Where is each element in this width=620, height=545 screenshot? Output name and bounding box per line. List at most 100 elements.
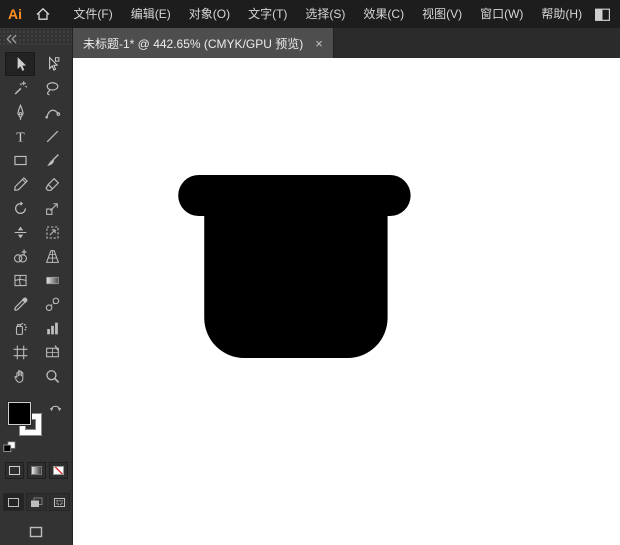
artwork-svg bbox=[73, 58, 620, 545]
main-area: T bbox=[0, 28, 620, 545]
paintbrush-icon bbox=[44, 152, 61, 169]
paint-style-buttons bbox=[5, 462, 68, 479]
menu-item-5[interactable]: 效果(C) bbox=[354, 0, 413, 28]
color-mode-icon bbox=[9, 466, 20, 475]
mesh-tool[interactable] bbox=[5, 268, 35, 292]
arrange-documents-button[interactable] bbox=[591, 0, 614, 28]
menu-item-0[interactable]: 文件(F) bbox=[64, 0, 121, 28]
menu-bar: Ai 文件(F)编辑(E)对象(O)文字(T)选择(S)效果(C)视图(V)窗口… bbox=[0, 0, 620, 28]
draw-behind-icon bbox=[30, 497, 43, 508]
rectangle-tool[interactable] bbox=[5, 148, 35, 172]
width-icon bbox=[12, 224, 29, 241]
rectangle-icon bbox=[12, 152, 29, 169]
paintbrush-tool[interactable] bbox=[37, 148, 67, 172]
gradient-tool[interactable] bbox=[37, 268, 67, 292]
gradient-mode-icon bbox=[31, 466, 42, 475]
column-graph-tool[interactable] bbox=[37, 316, 67, 340]
direct-selection-tool[interactable] bbox=[37, 52, 67, 76]
selection-tool[interactable] bbox=[5, 52, 35, 76]
tools-grid: T bbox=[5, 52, 67, 388]
scale-icon bbox=[44, 200, 61, 217]
magic-wand-tool[interactable] bbox=[5, 76, 35, 100]
draw-normal-icon bbox=[7, 497, 20, 508]
none-mode-icon bbox=[53, 466, 64, 475]
drawing-mode-buttons bbox=[3, 493, 70, 511]
arrange-documents-icon bbox=[594, 6, 611, 23]
shape-builder-tool[interactable] bbox=[5, 244, 35, 268]
curvature-tool[interactable] bbox=[37, 100, 67, 124]
rotate-icon bbox=[12, 200, 29, 217]
width-tool[interactable] bbox=[5, 220, 35, 244]
pen-icon bbox=[12, 104, 29, 121]
menu-item-2[interactable]: 对象(O) bbox=[180, 0, 239, 28]
gradient-icon bbox=[44, 272, 61, 289]
zoom-icon bbox=[44, 368, 61, 385]
eyedropper-icon bbox=[12, 296, 29, 313]
document-tab[interactable]: 未标题-1* @ 442.65% (CMYK/GPU 预览) × bbox=[73, 28, 334, 58]
fill-stroke-widget bbox=[6, 400, 66, 446]
perspective-grid-tool[interactable] bbox=[37, 244, 67, 268]
eraser-icon bbox=[44, 176, 61, 193]
none-mode-button[interactable] bbox=[49, 462, 68, 479]
eraser-tool[interactable] bbox=[37, 172, 67, 196]
shape-builder-icon bbox=[12, 248, 29, 265]
menu-item-3[interactable]: 文字(T) bbox=[239, 0, 296, 28]
document-tab-title: 未标题-1* @ 442.65% (CMYK/GPU 预览) bbox=[83, 35, 303, 52]
menu-item-6[interactable]: 视图(V) bbox=[413, 0, 471, 28]
type-icon: T bbox=[12, 128, 29, 145]
rotate-tool[interactable] bbox=[5, 196, 35, 220]
free-transform-tool[interactable] bbox=[37, 220, 67, 244]
menu-item-8[interactable]: 帮助(H) bbox=[532, 0, 591, 28]
blend-icon bbox=[44, 296, 61, 313]
default-fill-stroke-button[interactable] bbox=[3, 440, 16, 452]
slice-icon bbox=[44, 344, 61, 361]
lasso-icon bbox=[44, 80, 61, 97]
artboard-icon bbox=[12, 344, 29, 361]
screen-mode-icon bbox=[29, 526, 43, 538]
home-button[interactable] bbox=[30, 0, 56, 28]
lasso-tool[interactable] bbox=[37, 76, 67, 100]
svg-text:T: T bbox=[16, 129, 25, 144]
menu-items: 文件(F)编辑(E)对象(O)文字(T)选择(S)效果(C)视图(V)窗口(W)… bbox=[64, 0, 591, 28]
color-mode-button[interactable] bbox=[5, 462, 24, 479]
column-graph-icon bbox=[44, 320, 61, 337]
type-tool[interactable]: T bbox=[5, 124, 35, 148]
zoom-tool[interactable] bbox=[37, 364, 67, 388]
menu-item-4[interactable]: 选择(S) bbox=[296, 0, 354, 28]
swap-fill-stroke-button[interactable] bbox=[49, 400, 62, 411]
line-segment-tool[interactable] bbox=[37, 124, 67, 148]
artboard-tool[interactable] bbox=[5, 340, 35, 364]
perspective-grid-icon bbox=[44, 248, 61, 265]
hand-tool[interactable] bbox=[5, 364, 35, 388]
collapse-panel-button[interactable] bbox=[5, 33, 18, 45]
illustrator-window: Ai 文件(F)编辑(E)对象(O)文字(T)选择(S)效果(C)视图(V)窗口… bbox=[0, 0, 620, 545]
draw-inside-icon bbox=[53, 497, 66, 508]
screen-mode-button[interactable] bbox=[29, 525, 43, 543]
fill-swatch[interactable] bbox=[8, 402, 31, 425]
menu-item-1[interactable]: 编辑(E) bbox=[122, 0, 180, 28]
blend-tool[interactable] bbox=[37, 292, 67, 316]
menu-item-7[interactable]: 窗口(W) bbox=[471, 0, 532, 28]
pen-tool[interactable] bbox=[5, 100, 35, 124]
direct-selection-icon bbox=[44, 56, 61, 73]
tools-panel-header bbox=[0, 28, 72, 46]
pencil-tool[interactable] bbox=[5, 172, 35, 196]
swap-fill-stroke-icon bbox=[49, 402, 62, 413]
scale-tool[interactable] bbox=[37, 196, 67, 220]
slice-tool[interactable] bbox=[37, 340, 67, 364]
artwork-shape-1[interactable] bbox=[204, 175, 387, 358]
tools-panel: T bbox=[0, 28, 73, 545]
hand-icon bbox=[12, 368, 29, 385]
draw-normal-button[interactable] bbox=[3, 493, 24, 511]
document-tab-strip: 未标题-1* @ 442.65% (CMYK/GPU 预览) × bbox=[73, 28, 620, 58]
canvas[interactable] bbox=[73, 58, 620, 545]
eyedropper-tool[interactable] bbox=[5, 292, 35, 316]
draw-inside-button[interactable] bbox=[49, 493, 70, 511]
home-icon bbox=[35, 6, 51, 22]
symbol-sprayer-tool[interactable] bbox=[5, 316, 35, 340]
draw-behind-button[interactable] bbox=[26, 493, 47, 511]
close-tab-button[interactable]: × bbox=[315, 37, 323, 50]
selection-icon bbox=[12, 56, 29, 73]
symbol-sprayer-icon bbox=[12, 320, 29, 337]
gradient-mode-button[interactable] bbox=[27, 462, 46, 479]
